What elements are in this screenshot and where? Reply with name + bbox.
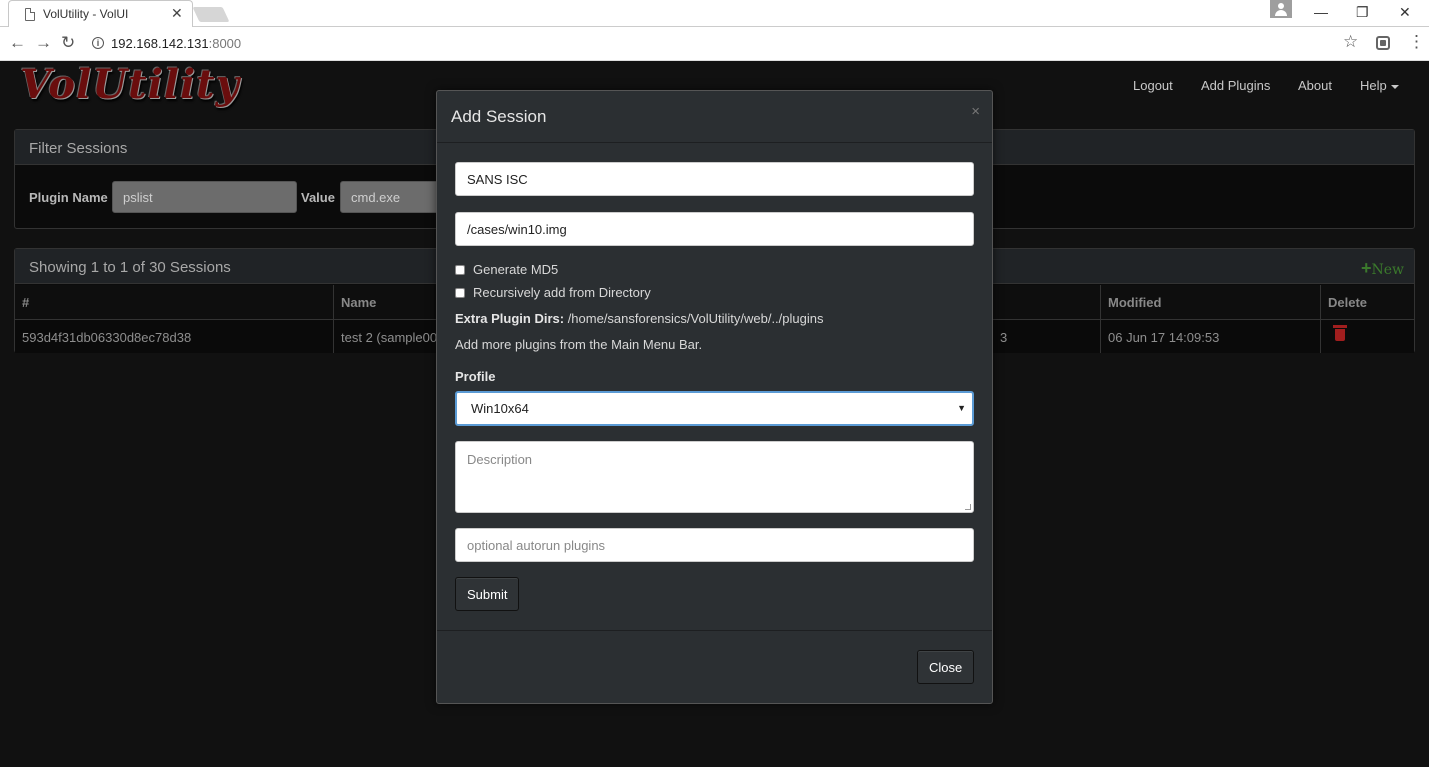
session-name-cell[interactable]: test 2 (sample00	[334, 319, 444, 353]
value-label: Value	[301, 190, 335, 205]
new-tab-button[interactable]	[192, 7, 230, 22]
forward-icon[interactable]: →	[35, 33, 52, 53]
autorun-plugins-input[interactable]: optional autorun plugins	[455, 528, 974, 562]
column-header-modified[interactable]: Modified	[1101, 285, 1321, 319]
plugin-name-input[interactable]: pslist	[112, 181, 297, 213]
bookmark-star-icon[interactable]: ☆	[1343, 32, 1358, 52]
session-modified-cell: 06 Jun 17 14:09:53	[1101, 319, 1321, 353]
extra-plugin-dirs-value: /home/sansforensics/VolUtility/web/../pl…	[564, 311, 824, 326]
description-textarea[interactable]: Description	[455, 441, 974, 513]
extra-plugin-dirs: Extra Plugin Dirs: /home/sansforensics/V…	[455, 311, 823, 326]
app-logo[interactable]: VolUtility	[20, 61, 240, 108]
recursive-label: Recursively add from Directory	[473, 285, 651, 300]
profile-select[interactable]: Win10x64 ▼	[455, 391, 974, 426]
browser-menu-icon[interactable]: ⋮	[1408, 32, 1425, 52]
add-more-hint: Add more plugins from the Main Menu Bar.	[455, 337, 703, 352]
profile-selected-value: Win10x64	[471, 401, 529, 416]
extra-plugin-dirs-label: Extra Plugin Dirs:	[455, 311, 565, 326]
sessions-summary: Showing 1 to 1 of 30 Sessions	[29, 259, 231, 276]
nav-help[interactable]: Help	[1360, 78, 1399, 93]
extension-icon[interactable]	[1376, 36, 1390, 50]
new-session-label: New	[1371, 262, 1404, 278]
modal-title: Add Session	[437, 91, 992, 143]
tab-title: VolUtility - VolUI	[43, 7, 129, 21]
browser-tabstrip: VolUtility - VolUI ✕ — ❐ ✕	[0, 0, 1429, 27]
user-profile-icon[interactable]	[1270, 0, 1292, 18]
reload-icon[interactable]: ↻	[61, 33, 75, 53]
dropdown-arrow-icon: ▼	[957, 403, 966, 413]
nav-add-plugins[interactable]: Add Plugins	[1201, 78, 1270, 93]
nav-about[interactable]: About	[1298, 78, 1332, 93]
caret-down-icon	[1390, 84, 1399, 89]
browser-toolbar: ← → ↻ i 192.168.142.131:8000 ☆ ⋮	[0, 27, 1429, 61]
profile-label: Profile	[455, 369, 496, 384]
address-bar[interactable]: 192.168.142.131:8000	[111, 36, 241, 51]
value-input[interactable]: cmd.exe	[340, 181, 450, 213]
site-info-icon[interactable]: i	[92, 37, 104, 49]
tab-close-icon[interactable]: ✕	[171, 5, 183, 22]
url-port: :8000	[208, 36, 242, 51]
trash-icon[interactable]	[1333, 325, 1347, 341]
generate-md5-label: Generate MD5	[473, 262, 559, 277]
modal-close-icon[interactable]: ×	[971, 103, 980, 120]
column-header-delete[interactable]: Delete	[1321, 285, 1414, 319]
generate-md5-row[interactable]: Generate MD5	[455, 262, 558, 277]
plus-icon: +	[1360, 258, 1372, 278]
url-host: 192.168.142.131	[111, 36, 209, 51]
page-icon	[25, 8, 35, 21]
generate-md5-checkbox[interactable]	[455, 265, 465, 275]
image-path-input[interactable]: /cases/win10.img	[455, 212, 974, 246]
modal-footer-divider	[437, 630, 992, 631]
column-header-id[interactable]: #	[15, 285, 334, 319]
plugin-name-label: Plugin Name	[29, 190, 108, 205]
minimize-icon[interactable]: —	[1314, 4, 1328, 20]
add-session-modal: Add Session × SANS ISC /cases/win10.img …	[436, 90, 993, 704]
new-session-button[interactable]: +New	[1361, 258, 1404, 279]
recursive-row[interactable]: Recursively add from Directory	[455, 285, 651, 300]
close-button[interactable]: Close	[917, 650, 975, 684]
resize-grip-icon[interactable]	[965, 504, 971, 510]
session-created-cell: 3	[993, 319, 1101, 353]
nav-help-label: Help	[1360, 78, 1387, 93]
nav-logout[interactable]: Logout	[1133, 78, 1173, 93]
browser-tab[interactable]: VolUtility - VolUI ✕	[8, 0, 193, 27]
window-close-icon[interactable]: ✕	[1399, 4, 1411, 21]
session-id-cell[interactable]: 593d4f31db06330d8ec78d38	[15, 319, 334, 353]
column-header-partial	[993, 285, 1101, 319]
back-icon[interactable]: ←	[9, 33, 26, 53]
session-name-input[interactable]: SANS ISC	[455, 162, 974, 196]
column-header-name[interactable]: Name	[334, 285, 434, 319]
recursive-checkbox[interactable]	[455, 288, 465, 298]
submit-button[interactable]: Submit	[455, 577, 520, 611]
restore-icon[interactable]: ❐	[1356, 4, 1369, 21]
